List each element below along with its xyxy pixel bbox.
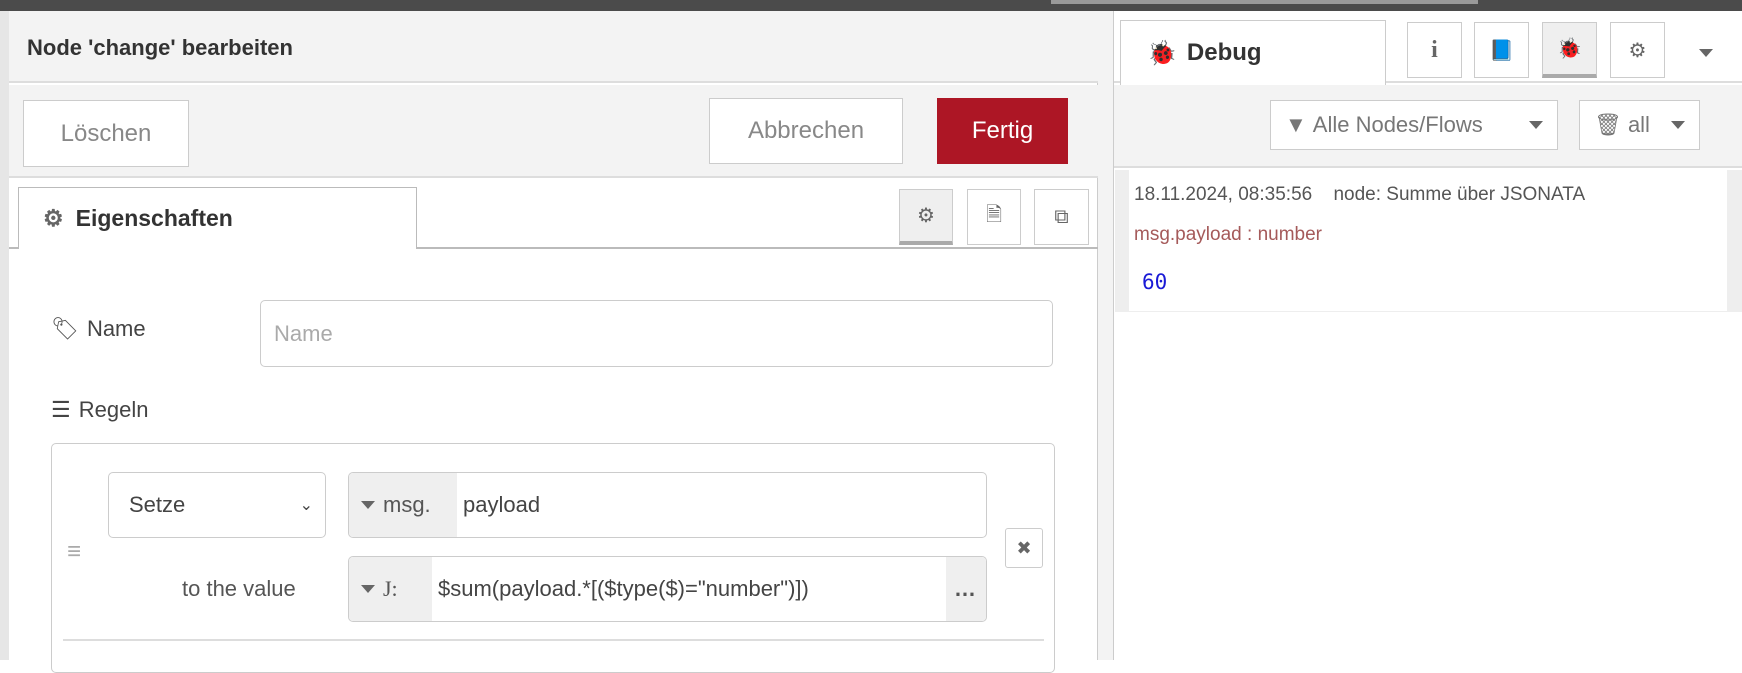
list-icon: ☰ bbox=[51, 397, 71, 422]
top-bar bbox=[0, 0, 1742, 11]
trash-icon: 🗑 bbox=[1594, 112, 1622, 137]
action-select[interactable]: Setze ⌄ bbox=[108, 472, 326, 538]
target-type-select[interactable]: msg. bbox=[349, 473, 457, 537]
info-tab-button[interactable]: i bbox=[1407, 22, 1462, 78]
top-bar-segment bbox=[1051, 0, 1478, 4]
value-type-select[interactable]: J: bbox=[349, 557, 432, 621]
filter-label: Alle Nodes/Flows bbox=[1312, 112, 1483, 137]
message-timestamp: 18.11.2024, 08:35:56 bbox=[1134, 184, 1313, 205]
book-icon: 📘 bbox=[1489, 39, 1514, 62]
clear-label: all bbox=[1627, 112, 1650, 137]
tab-divider bbox=[417, 247, 1098, 249]
gear-icon: ⚙ bbox=[43, 205, 64, 231]
properties-view-button[interactable]: ⚙ bbox=[899, 189, 953, 245]
object-group-icon: ⧉ bbox=[1054, 205, 1069, 228]
tab-properties[interactable]: ⚙ Eigenschaften bbox=[18, 187, 417, 249]
caret-down-icon bbox=[1529, 121, 1543, 129]
edit-panel-title: Node 'change' bearbeiten bbox=[27, 35, 293, 60]
name-input[interactable]: Name bbox=[260, 300, 1053, 367]
appearance-view-button[interactable]: ⧉ bbox=[1034, 189, 1089, 245]
chevron-down-icon: ⌄ bbox=[299, 497, 313, 514]
message-value: 60 bbox=[1142, 270, 1168, 294]
debug-message: 18.11.2024, 08:35:56 node: Summe über JS… bbox=[1115, 170, 1727, 312]
bug-icon: 🐞 bbox=[1557, 38, 1582, 60]
panel-resize-handle[interactable] bbox=[1098, 11, 1114, 660]
filter-dropdown[interactable]: ▼ Alle Nodes/Flows bbox=[1270, 100, 1558, 150]
tab-label: Eigenschaften bbox=[75, 205, 233, 231]
caret-down-icon bbox=[1671, 121, 1685, 129]
tab-debug-label: Debug bbox=[1186, 39, 1262, 66]
value-input[interactable]: J: $sum(payload.*[($type($)="number")]) … bbox=[348, 556, 987, 622]
target-input[interactable]: msg. payload bbox=[348, 472, 987, 538]
rules-label-text: Regeln bbox=[78, 397, 149, 422]
close-icon: ✖ bbox=[1016, 537, 1032, 558]
message-topic[interactable]: msg.payload : number bbox=[1134, 224, 1322, 246]
drag-handle-icon[interactable]: ≡ bbox=[67, 538, 81, 566]
description-view-button[interactable]: 🗎 bbox=[967, 189, 1021, 245]
debug-tab-button[interactable]: 🐞 bbox=[1542, 22, 1597, 78]
caret-down-icon bbox=[361, 501, 375, 509]
done-button[interactable]: Fertig bbox=[937, 98, 1068, 164]
target-prefix: msg. bbox=[383, 492, 431, 517]
caret-down-icon bbox=[361, 585, 375, 593]
tag-icon: 🏷 bbox=[51, 316, 79, 341]
help-tab-button[interactable]: 📘 bbox=[1474, 22, 1529, 78]
gear-icon: ⚙ bbox=[1628, 39, 1647, 62]
clear-dropdown[interactable]: 🗑 all bbox=[1579, 100, 1700, 150]
jsonata-icon: J: bbox=[383, 576, 398, 601]
delete-button[interactable]: Löschen bbox=[23, 100, 189, 167]
name-placeholder: Name bbox=[274, 320, 333, 346]
tab-divider bbox=[9, 247, 18, 249]
message-source[interactable]: node: Summe über JSONATA bbox=[1333, 184, 1585, 205]
cancel-button[interactable]: Abbrechen bbox=[709, 98, 903, 164]
tab-debug[interactable]: 🐞 Debug bbox=[1120, 20, 1386, 85]
gear-icon: ⚙ bbox=[917, 205, 935, 227]
name-label: 🏷 Name bbox=[51, 316, 146, 342]
name-label-text: Name bbox=[86, 316, 146, 341]
expand-editor-button[interactable]: … bbox=[946, 557, 986, 621]
caret-down-icon bbox=[1699, 49, 1713, 57]
value-text: $sum(payload.*[($type($)="number")]) bbox=[438, 576, 809, 601]
scrollbar[interactable] bbox=[1727, 170, 1742, 312]
action-select-value: Setze bbox=[129, 492, 186, 517]
delete-rule-button[interactable]: ✖ bbox=[1005, 528, 1043, 568]
info-icon: i bbox=[1431, 36, 1438, 63]
bug-icon: 🐞 bbox=[1147, 39, 1177, 67]
sidebar-menu-button[interactable] bbox=[1699, 44, 1713, 62]
target-value: payload bbox=[463, 492, 541, 517]
rules-label: ☰ Regeln bbox=[51, 397, 148, 423]
rule-divider bbox=[63, 639, 1044, 641]
file-text-icon: 🗎 bbox=[985, 204, 1003, 226]
filter-icon: ▼ bbox=[1285, 112, 1307, 137]
value-label: to the value bbox=[182, 576, 296, 601]
config-tab-button[interactable]: ⚙ bbox=[1610, 22, 1665, 78]
